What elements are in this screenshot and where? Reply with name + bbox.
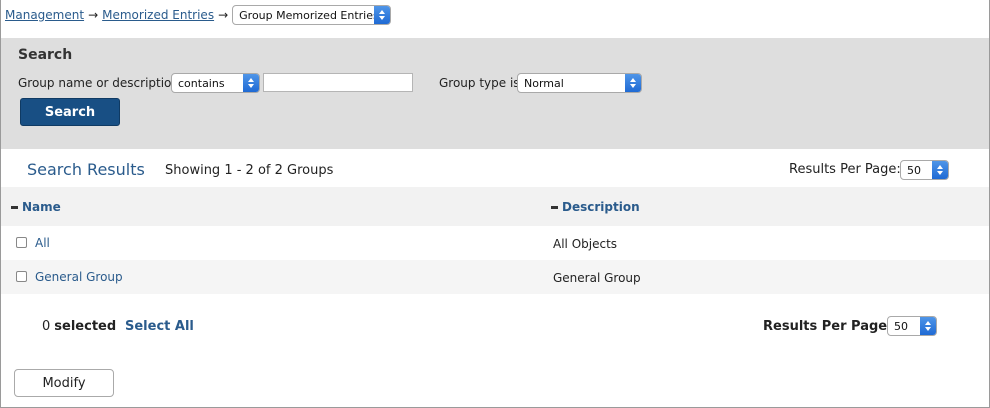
name-filter-label: Group name or description — [18, 76, 180, 90]
collapse-icon — [11, 205, 18, 209]
row-checkbox[interactable] — [16, 237, 27, 248]
breadcrumb-management-link[interactable]: Management — [5, 8, 84, 22]
modify-button[interactable]: Modify — [14, 369, 114, 397]
entry-type-select[interactable]: Group Memorized Entries — [232, 5, 392, 25]
select-arrows-icon — [920, 317, 936, 335]
match-mode-select-value: contains — [178, 76, 225, 90]
table-header: Name Description — [1, 187, 989, 226]
results-count: Showing 1 - 2 of 2 Groups — [165, 163, 334, 178]
group-type-select[interactable]: Normal — [517, 73, 642, 93]
row-description: All Objects — [553, 237, 618, 251]
match-mode-select[interactable]: contains — [171, 73, 260, 93]
breadcrumb: Management → Memorized Entries → Group M… — [5, 5, 392, 25]
select-arrows-icon — [625, 74, 641, 92]
results-per-page-value-bottom: 50 — [894, 319, 908, 333]
table-row: All All Objects — [1, 226, 989, 260]
breadcrumb-separator: → — [218, 8, 229, 22]
column-header-name[interactable]: Name — [11, 200, 61, 214]
results-per-page-select[interactable]: 50 — [900, 160, 949, 180]
breadcrumb-memorized-entries-link[interactable]: Memorized Entries — [102, 8, 214, 22]
column-header-name-label: Name — [22, 200, 61, 214]
selected-count: 0 selected — [42, 319, 116, 334]
results-per-page-label-bottom: Results Per Page: — [763, 319, 893, 334]
group-type-label: Group type is — [439, 76, 520, 90]
row-name-link[interactable]: General Group — [35, 270, 123, 284]
group-type-select-value: Normal — [524, 76, 564, 90]
row-name-link[interactable]: All — [35, 236, 50, 250]
select-arrows-icon — [932, 161, 948, 179]
results-title: Search Results — [27, 160, 145, 179]
select-arrows-icon — [243, 74, 259, 92]
collapse-icon — [551, 205, 558, 209]
selected-count-label: selected — [54, 319, 117, 334]
search-panel: Search Group name or description contain… — [1, 38, 989, 149]
search-button[interactable]: Search — [20, 98, 120, 126]
select-arrows-icon — [374, 6, 391, 24]
search-query-input[interactable] — [263, 73, 413, 92]
breadcrumb-separator: → — [88, 8, 99, 22]
selected-count-number: 0 — [42, 319, 51, 334]
table-row: General Group General Group — [1, 260, 989, 294]
column-header-description[interactable]: Description — [551, 200, 640, 214]
select-all-link[interactable]: Select All — [125, 319, 194, 334]
entry-type-select-value: Group Memorized Entries — [239, 8, 379, 22]
search-title: Search — [18, 47, 73, 63]
row-checkbox[interactable] — [16, 271, 27, 282]
results-per-page-value: 50 — [907, 163, 921, 177]
results-per-page-label: Results Per Page: — [789, 162, 901, 177]
results-per-page-select-bottom[interactable]: 50 — [887, 316, 937, 336]
column-header-description-label: Description — [562, 200, 640, 214]
row-description: General Group — [553, 271, 641, 285]
